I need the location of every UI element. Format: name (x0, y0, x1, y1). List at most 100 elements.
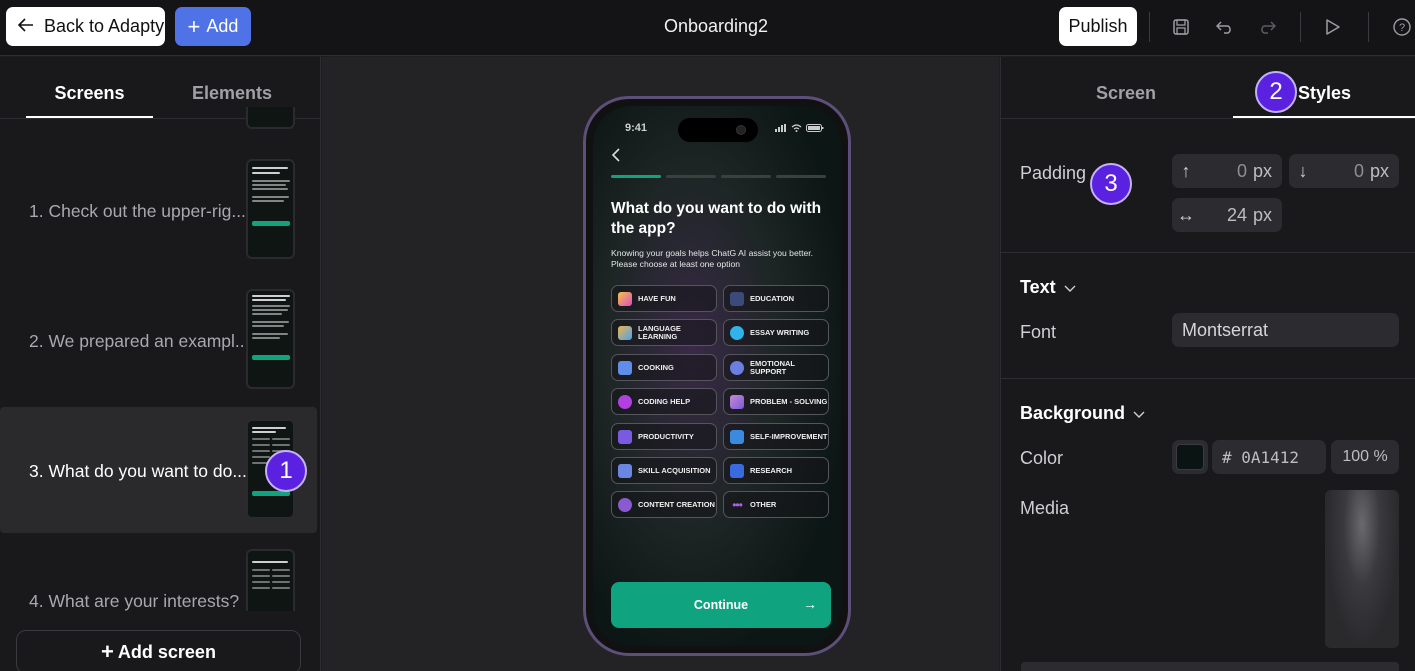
status-icons (775, 124, 824, 132)
puzzle-icon (730, 394, 744, 409)
padding-label: Padding (1020, 163, 1087, 183)
screens-panel: Screens Elements 1. Check out the upper-… (0, 57, 321, 671)
progress-segment (776, 175, 826, 178)
document-title: Onboarding2 (663, 16, 769, 36)
color-label: Color (1020, 448, 1064, 468)
play-icon[interactable] (1320, 14, 1346, 40)
tab-screens[interactable]: Screens (26, 83, 153, 104)
onboarding-title: What do you want to do with the app? (611, 200, 822, 237)
tab-elements[interactable]: Elements (170, 83, 294, 104)
progress-segment (611, 175, 661, 178)
option-cooking[interactable]: COOKING (611, 354, 717, 381)
media-label: Media (1020, 498, 1070, 518)
option-content-creation[interactable]: CONTENT CREATION (611, 491, 717, 518)
publish-button[interactable]: Publish (1059, 7, 1137, 46)
add-screen-button[interactable]: + Add screen (16, 630, 301, 671)
screen-item-label: 1. Check out the upper-rig... (29, 201, 246, 221)
option-productivity[interactable]: PRODUCTIVITY (611, 423, 717, 450)
option-skill-acquisition[interactable]: SKILL ACQUISITION (611, 457, 717, 484)
media-preview[interactable] (1325, 490, 1399, 648)
arrow-up-icon: ↑ (1181, 160, 1191, 181)
option-research[interactable]: RESEARCH (723, 457, 829, 484)
screen-list-item[interactable]: 1. Check out the upper-rig... (0, 147, 317, 273)
option-essay-writing[interactable]: ESSAY WRITING (723, 319, 829, 346)
padding-top-field[interactable]: ↑ 0 px (1172, 154, 1282, 188)
screen-list-item[interactable]: 2. We prepared an exampl... (0, 277, 317, 403)
progress-segment (666, 175, 716, 178)
active-tab-indicator (26, 116, 153, 118)
color-swatch-fill (1176, 444, 1204, 470)
option-education[interactable]: EDUCATION (723, 285, 829, 312)
toolbar-divider (1368, 12, 1369, 42)
help-icon[interactable]: ? (1389, 14, 1415, 40)
option-coding-help[interactable]: CODING HELP (611, 388, 717, 415)
screen-thumbnail[interactable] (246, 107, 295, 129)
canvas: 9:41 What do you want to do with the app… (322, 57, 999, 671)
save-icon[interactable] (1168, 14, 1194, 40)
back-to-adapty-button[interactable]: Back to Adapty (6, 7, 165, 46)
phone-frame: 9:41 What do you want to do with the app… (583, 96, 851, 656)
continue-button[interactable]: Continue → (611, 582, 831, 628)
battery-icon (806, 124, 824, 132)
active-tab-indicator (1233, 116, 1415, 118)
option-have-fun[interactable]: HAVE FUN (611, 285, 717, 312)
chevron-left-icon[interactable] (611, 146, 621, 167)
annotation-badge: 2 (1255, 71, 1297, 113)
status-time: 9:41 (625, 122, 648, 134)
svg-text:?: ? (1399, 22, 1405, 34)
camera-icon (736, 125, 746, 135)
section-divider (1001, 252, 1415, 253)
code-icon (618, 394, 632, 409)
plus-icon: + (101, 639, 114, 664)
chevron-down-icon (1064, 277, 1076, 298)
screen-thumbnail (246, 549, 295, 611)
font-label: Font (1020, 322, 1057, 342)
graduation-cap-icon (730, 291, 744, 306)
head-icon (730, 360, 744, 375)
language-icon (618, 325, 632, 340)
annotation-badge: 1 (265, 450, 307, 492)
screen-thumbnail (246, 289, 295, 389)
background-section-header[interactable]: Background (1020, 403, 1145, 424)
option-language-learning[interactable]: LANGUAGE LEARNING (611, 319, 717, 346)
chart-icon (618, 429, 632, 444)
padding-bottom-field[interactable]: ↓ 0 px (1289, 154, 1399, 188)
section-divider (1001, 378, 1415, 379)
right-tabs: Screen Styles (1001, 57, 1415, 119)
option-self-improvement[interactable]: SELF-IMPROVEMENT (723, 423, 829, 450)
dynamic-island (678, 118, 758, 142)
option-problem-solving[interactable]: PROBLEM - SOLVING (723, 388, 829, 415)
screen-item-label: 2. We prepared an exampl... (29, 331, 250, 351)
plus-icon: + (187, 13, 201, 39)
arrow-down-icon: ↓ (1298, 160, 1308, 181)
arrow-left-icon (17, 16, 34, 37)
add-button[interactable]: + Add (175, 7, 251, 46)
chef-hat-icon (618, 360, 632, 375)
student-icon (618, 463, 632, 478)
padding-horizontal-field[interactable]: ↔ 24 px (1172, 198, 1282, 232)
opacity-input[interactable]: 100 % (1331, 440, 1399, 474)
font-select[interactable]: Montserrat (1172, 313, 1399, 347)
pen-icon (730, 325, 744, 340)
toolbar-divider (1300, 12, 1301, 42)
redo-icon[interactable] (1254, 14, 1280, 40)
color-hex-input[interactable]: # 0A1412 (1212, 440, 1326, 474)
option-other[interactable]: ••• OTHER (723, 491, 829, 518)
back-label: Back to Adapty (44, 16, 165, 36)
arrow-horizontal-icon: ↔ (1177, 204, 1195, 225)
party-icon (618, 291, 632, 306)
toolbar-divider (1149, 12, 1150, 42)
color-swatch[interactable] (1172, 440, 1208, 474)
text-section-header[interactable]: Text (1020, 277, 1076, 298)
add-screen-label: Add screen (117, 641, 216, 662)
signal-icon (775, 124, 786, 132)
progress-segment (721, 175, 771, 178)
option-emotional-support[interactable]: EMOTIONAL SUPPORT (723, 354, 829, 381)
dots-icon: ••• (732, 497, 743, 512)
phone-screen[interactable]: 9:41 What do you want to do with the app… (593, 106, 841, 646)
tab-screen[interactable]: Screen (1061, 83, 1191, 104)
undo-icon[interactable] (1212, 14, 1238, 40)
annotation-badge: 3 (1090, 163, 1132, 205)
screen-thumbnail (246, 159, 295, 259)
scroll-hint (1021, 662, 1399, 671)
